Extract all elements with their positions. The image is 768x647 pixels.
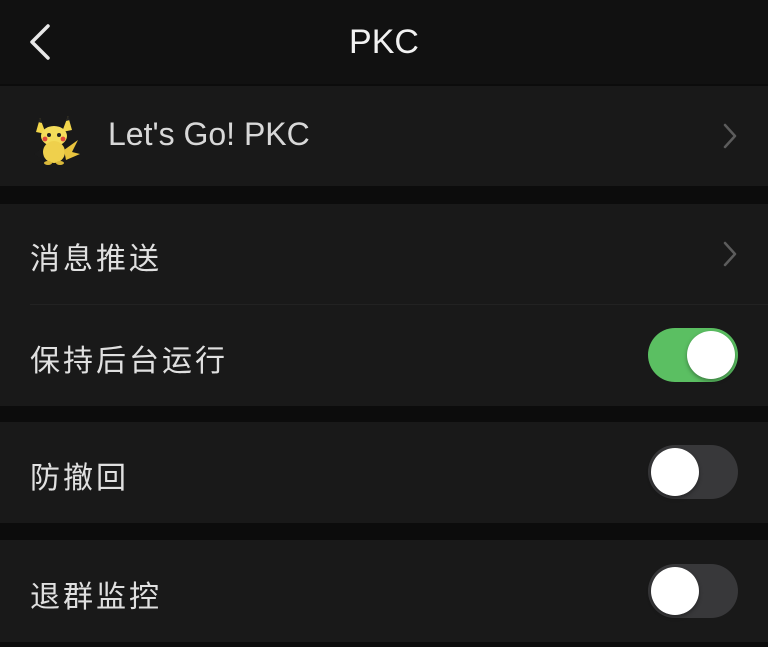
push-notification-row[interactable]: 消息推送 [0, 204, 768, 304]
app-name: Let's Go! PKC [108, 116, 310, 152]
nav-bar: PKC [0, 0, 768, 84]
chevron-right-icon [723, 241, 737, 267]
keep-background-row: 保持后台运行 [0, 305, 768, 406]
anti-recall-row: 防撤回 [0, 422, 768, 523]
page-title: PKC [349, 23, 419, 61]
group-monitor-toggle[interactable] [648, 564, 738, 618]
pikachu-avatar-icon [34, 116, 80, 165]
anti-recall-toggle[interactable] [648, 445, 738, 499]
group-monitor-row: 退群监控 [0, 540, 768, 642]
chevron-right-icon [723, 123, 737, 149]
push-notification-label: 消息推送 [30, 242, 162, 277]
keep-background-toggle[interactable] [648, 328, 738, 382]
keep-background-label: 保持后台运行 [30, 344, 228, 379]
app-row[interactable]: Let's Go! PKC [0, 86, 768, 186]
anti-recall-label: 防撤回 [30, 461, 129, 496]
toggle-knob [687, 331, 735, 379]
toggle-knob [651, 567, 699, 615]
settings-group-general: 消息推送 保持后台运行 [0, 204, 768, 406]
toggle-knob [651, 448, 699, 496]
group-monitor-label: 退群监控 [30, 580, 162, 615]
